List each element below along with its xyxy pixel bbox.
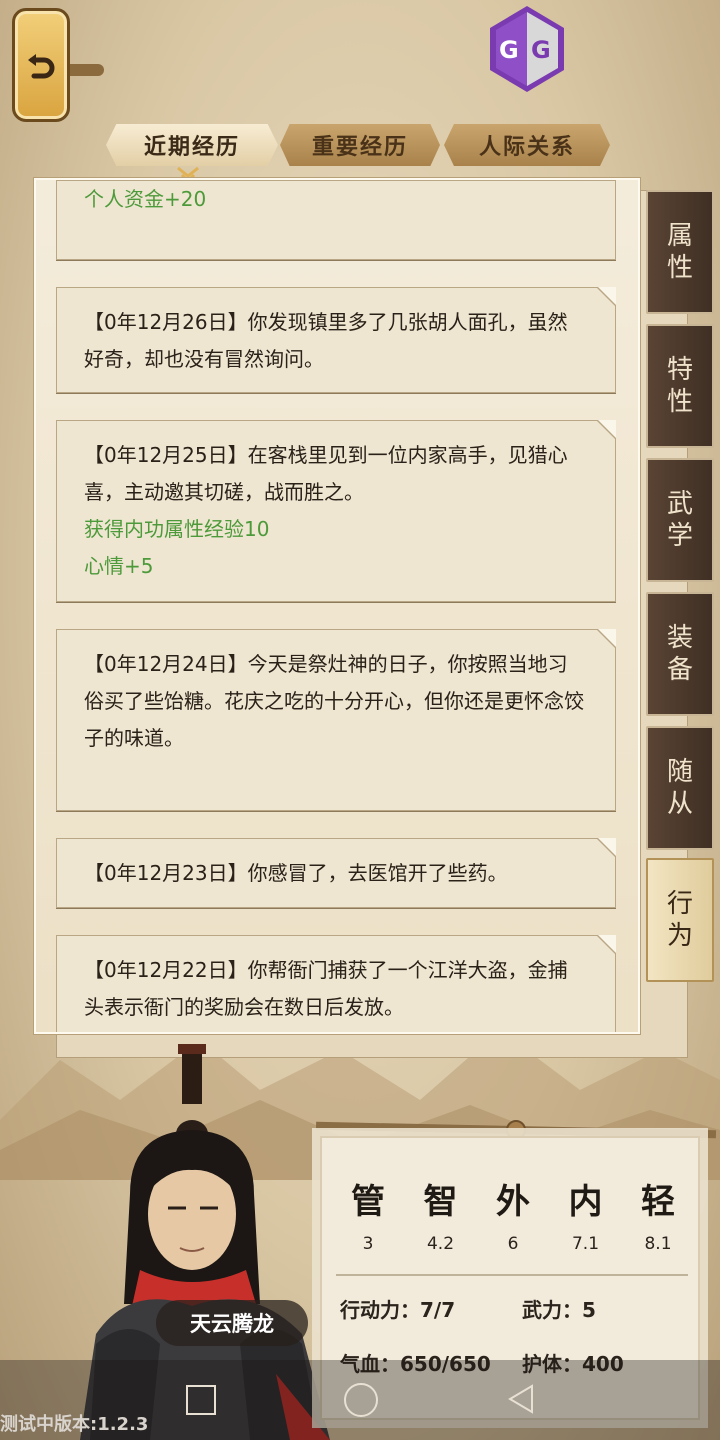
experience-panel[interactable]: 个人资金+20 【0年12月26日】你发现镇里多了几张胡人面孔，虽然好奇，却也没… xyxy=(33,177,641,1035)
list-item: 个人资金+20 xyxy=(56,180,616,260)
side-tab-char: 学 xyxy=(666,521,693,551)
side-tab-char: 属 xyxy=(666,221,693,251)
side-tab-char: 特 xyxy=(666,355,693,385)
nav-back-button[interactable] xyxy=(506,1383,536,1415)
tab-important-experiences[interactable]: 重要经历 xyxy=(280,124,440,166)
side-tab-char: 性 xyxy=(666,387,693,417)
list-item: 【0年12月25日】在客栈里见到一位内家高手，见猎心喜，主动邀其切磋，战而胜之。… xyxy=(56,420,616,602)
attr-value: 7.1 xyxy=(571,1234,600,1254)
side-tab-attributes[interactable]: 属 性 xyxy=(646,190,714,314)
home-button[interactable] xyxy=(344,1383,378,1417)
list-item: 【0年12月23日】你感冒了，去医馆开了些药。 xyxy=(56,838,616,908)
experience-list[interactable]: 个人资金+20 【0年12月26日】你发现镇里多了几张胡人面孔，虽然好奇，却也没… xyxy=(56,180,616,1032)
entry-reward: 获得内功属性经验10 xyxy=(84,517,270,541)
entry-text: 【0年12月22日】你帮衙门捕获了一个江洋大盗，金捕头表示衙门的奖励会在数日后发… xyxy=(84,958,568,1019)
side-tab-char: 备 xyxy=(666,655,693,685)
character-name: 天云腾龙 xyxy=(156,1300,308,1346)
svg-text:G: G xyxy=(531,36,551,64)
svg-text:G: G xyxy=(499,36,519,64)
list-item: 【0年12月26日】你发现镇里多了几张胡人面孔，虽然好奇，却也没有冒然询问。 xyxy=(56,287,616,393)
attr-label: 智 xyxy=(423,1182,458,1222)
attr-label: 外 xyxy=(496,1182,530,1222)
gg-logo-icon: G G xyxy=(490,6,564,92)
list-item: 【0年12月22日】你帮衙门捕获了一个江洋大盗，金捕头表示衙门的奖励会在数日后发… xyxy=(56,935,616,1032)
attr-label: 管 xyxy=(351,1182,385,1222)
attr-value: 8.1 xyxy=(644,1234,672,1254)
attr-agility: 轻 8.1 xyxy=(628,1174,688,1254)
attribute-row: 管 3 智 4.2 外 6 内 7.1 轻 8.1 xyxy=(338,1174,688,1254)
side-tab-char: 性 xyxy=(666,253,693,283)
entry-reward: 个人资金+20 xyxy=(84,187,207,211)
attr-label: 轻 xyxy=(641,1182,675,1222)
side-tab-char: 武 xyxy=(666,489,693,519)
back-button[interactable] xyxy=(12,8,70,122)
attr-value: 4.2 xyxy=(426,1234,455,1254)
divider xyxy=(336,1274,688,1276)
side-tab-char: 行 xyxy=(666,889,693,919)
attr-intelligence: 智 4.2 xyxy=(411,1174,471,1254)
side-tab-followers[interactable]: 随 从 xyxy=(646,726,714,850)
version-label: 测试中版本:1.2.3 xyxy=(0,1414,149,1435)
side-tab-char: 装 xyxy=(666,623,693,653)
tab-relationships[interactable]: 人际关系 xyxy=(444,124,610,166)
side-tab-equipment[interactable]: 装 备 xyxy=(646,592,714,716)
side-tab-martial-arts[interactable]: 武 学 xyxy=(646,458,714,582)
recent-apps-button[interactable] xyxy=(186,1385,216,1415)
action-points: 行动力：7/7 xyxy=(340,1298,456,1322)
side-tab-char: 从 xyxy=(666,789,693,819)
tab-recent-experiences[interactable]: 近期经历 xyxy=(106,124,278,166)
entry-reward: 心情+5 xyxy=(84,554,154,578)
history-tabs: 近期经历 重要经历 人际关系 xyxy=(106,124,610,168)
entry-text: 【0年12月24日】今天是祭灶神的日子，你按照当地习俗买了些饴糖。花庆之吃的十分… xyxy=(84,652,584,750)
side-tab-char: 为 xyxy=(666,921,693,951)
entry-text: 【0年12月25日】在客栈里见到一位内家高手，见猎心喜，主动邀其切磋，战而胜之。 xyxy=(84,443,568,504)
list-item: 【0年12月24日】今天是祭灶神的日子，你按照当地习俗买了些饴糖。花庆之吃的十分… xyxy=(56,629,616,811)
force-value: 武力：5 xyxy=(522,1298,596,1322)
attr-internal: 内 7.1 xyxy=(556,1174,616,1254)
side-tab-actions[interactable]: 行 为 xyxy=(646,858,714,982)
attr-value: 6 xyxy=(507,1234,519,1254)
side-tab-char: 随 xyxy=(666,757,693,787)
attr-label: 内 xyxy=(568,1182,603,1222)
attr-management: 管 3 xyxy=(338,1174,398,1254)
attr-value: 3 xyxy=(362,1234,374,1254)
side-tab-traits[interactable]: 特 性 xyxy=(646,324,714,448)
attr-external: 外 6 xyxy=(483,1174,543,1254)
back-arrow-icon xyxy=(28,54,55,79)
entry-text: 【0年12月26日】你发现镇里多了几张胡人面孔，虽然好奇，却也没有冒然询问。 xyxy=(84,310,568,371)
entry-text: 【0年12月23日】你感冒了，去医馆开了些药。 xyxy=(84,861,508,885)
